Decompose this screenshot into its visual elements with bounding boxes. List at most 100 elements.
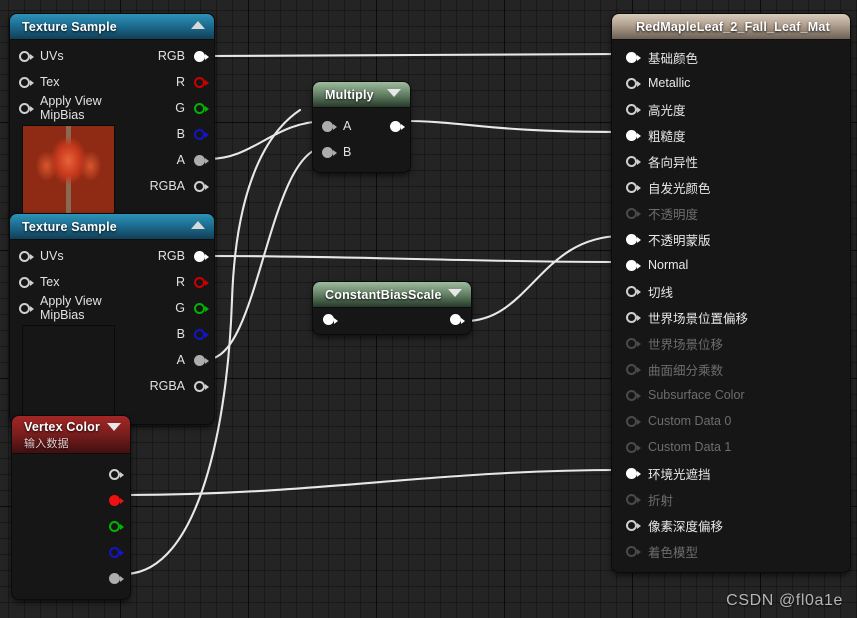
input-pin-uvs[interactable]: UVs <box>10 243 130 269</box>
input-pin-metallic[interactable]: Metallic <box>612 70 850 96</box>
input-pin-value[interactable] <box>323 314 338 325</box>
pin-icon[interactable] <box>109 520 124 532</box>
output-pin-result[interactable] <box>450 314 465 325</box>
node-title-constant-bias-scale[interactable]: ConstantBiasScale <box>313 282 471 308</box>
output-pin-r[interactable] <box>12 487 130 513</box>
pin-icon[interactable] <box>109 572 124 584</box>
pin-icon[interactable] <box>109 468 124 480</box>
output-pin-b[interactable] <box>12 539 130 565</box>
pin-icon[interactable] <box>194 50 209 62</box>
input-pin-tex[interactable]: Tex <box>10 269 130 295</box>
chevron-down-icon[interactable] <box>448 289 462 297</box>
input-pin-apply-view-mipbias[interactable]: Apply View MipBias <box>10 94 130 122</box>
input-pin-specular[interactable]: 高光度 <box>612 96 850 122</box>
pin-icon[interactable] <box>194 276 209 288</box>
pin-icon[interactable] <box>194 180 209 192</box>
pin-icon[interactable] <box>626 77 641 89</box>
output-pin-g[interactable]: G <box>130 95 214 121</box>
node-title-material-result: RedMapleLeaf_2_Fall_Leaf_Mat <box>612 14 850 40</box>
pin-icon[interactable] <box>109 494 124 506</box>
input-pin-a[interactable]: A <box>313 113 371 139</box>
output-pin-a[interactable] <box>12 565 130 591</box>
pin-icon[interactable] <box>626 519 641 531</box>
node-vertex-color[interactable]: Vertex Color 输入数据 <box>12 416 130 599</box>
output-pin-result[interactable] <box>371 113 410 139</box>
output-pin-rgb[interactable]: RGB <box>130 243 214 269</box>
input-pin-ambient-occlusion[interactable]: 环境光遮挡 <box>612 460 850 486</box>
node-texture-sample-diffuse[interactable]: Texture Sample UVs Tex Apply View MipBia… <box>10 14 214 224</box>
input-pin-base-color[interactable]: 基础颜色 <box>612 44 850 70</box>
chevron-down-icon[interactable] <box>387 89 401 97</box>
pin-icon[interactable] <box>19 302 34 314</box>
output-pin-a[interactable]: A <box>130 147 214 173</box>
pin-icon[interactable] <box>194 102 209 114</box>
pin-icon[interactable] <box>194 328 209 340</box>
pin-icon[interactable] <box>109 546 124 558</box>
pin-icon[interactable] <box>194 250 209 262</box>
input-pin-b[interactable]: B <box>313 139 371 165</box>
pin-icon[interactable] <box>626 233 641 245</box>
pin-icon[interactable] <box>322 120 337 132</box>
pin-icon[interactable] <box>626 129 641 141</box>
input-pin-world-position-offset[interactable]: 世界场景位置偏移 <box>612 304 850 330</box>
input-pin-pixel-depth-offset[interactable]: 像素深度偏移 <box>612 512 850 538</box>
material-graph-canvas[interactable]: Texture Sample UVs Tex Apply View MipBia… <box>0 0 857 618</box>
pin-icon[interactable] <box>390 120 405 132</box>
pin-icon[interactable] <box>19 102 34 114</box>
node-title-multiply[interactable]: Multiply <box>313 82 410 108</box>
chevron-up-icon[interactable] <box>191 221 205 229</box>
input-pin-tangent[interactable]: 切线 <box>612 278 850 304</box>
input-pin-opacity-mask[interactable]: 不透明蒙版 <box>612 226 850 252</box>
wire-normalmap-alpha-to-multiply-b <box>206 145 328 361</box>
pin-icon[interactable] <box>19 76 34 88</box>
pin-icon[interactable] <box>194 354 209 366</box>
output-pin-b[interactable]: B <box>130 121 214 147</box>
pin-icon[interactable] <box>19 276 34 288</box>
pin-icon[interactable] <box>626 285 641 297</box>
pin-icon[interactable] <box>194 154 209 166</box>
pin-icon[interactable] <box>194 302 209 314</box>
node-multiply[interactable]: Multiply A B <box>313 82 410 172</box>
input-pin-anisotropy[interactable]: 各向异性 <box>612 148 850 174</box>
pin-icon[interactable] <box>194 128 209 140</box>
node-title-texture-sample-diffuse[interactable]: Texture Sample <box>10 14 214 40</box>
node-title-texture-sample-normal[interactable]: Texture Sample <box>10 214 214 240</box>
pin-icon[interactable] <box>19 50 34 62</box>
output-pin-rgb[interactable]: RGB <box>130 43 214 69</box>
texture-thumbnail-normal[interactable] <box>22 325 115 418</box>
output-pin-rgba[interactable]: RGBA <box>130 373 214 399</box>
pin-icon[interactable] <box>19 250 34 262</box>
output-pin-a[interactable]: A <box>130 347 214 373</box>
pin-icon[interactable] <box>626 155 641 167</box>
pin-icon[interactable] <box>626 311 641 323</box>
output-pin-r[interactable]: R <box>130 69 214 95</box>
output-pin-g[interactable] <box>12 513 130 539</box>
pin-icon[interactable] <box>626 467 641 479</box>
pin-icon[interactable] <box>194 380 209 392</box>
pin-icon[interactable] <box>626 103 641 115</box>
pin-icon[interactable] <box>322 146 337 158</box>
input-pin-roughness[interactable]: 粗糙度 <box>612 122 850 148</box>
node-constant-bias-scale[interactable]: ConstantBiasScale <box>313 282 471 334</box>
pin-icon[interactable] <box>194 76 209 88</box>
node-material-result[interactable]: RedMapleLeaf_2_Fall_Leaf_Mat 基础颜色 Metall… <box>612 14 850 572</box>
pin-icon[interactable] <box>626 259 641 271</box>
output-pin-r[interactable]: R <box>130 269 214 295</box>
output-pin-g[interactable]: G <box>130 295 214 321</box>
output-pin-rgba[interactable]: RGBA <box>130 173 214 199</box>
node-title-vertex-color[interactable]: Vertex Color 输入数据 <box>12 416 130 454</box>
input-pin-uvs[interactable]: UVs <box>10 43 130 69</box>
output-pin-b[interactable]: B <box>130 321 214 347</box>
chevron-down-icon[interactable] <box>107 423 121 431</box>
pin-icon[interactable] <box>626 181 641 193</box>
input-pin-tex[interactable]: Tex <box>10 69 130 95</box>
output-pin-rgb[interactable] <box>12 461 130 487</box>
pin-icon[interactable] <box>626 51 641 63</box>
input-pin-emissive-color[interactable]: 自发光颜色 <box>612 174 850 200</box>
input-pin-normal[interactable]: Normal <box>612 252 850 278</box>
texture-thumbnail-diffuse[interactable] <box>22 125 115 218</box>
input-pin-apply-view-mipbias[interactable]: Apply View MipBias <box>10 294 130 322</box>
chevron-up-icon[interactable] <box>191 21 205 29</box>
output-pin-column <box>371 108 410 172</box>
node-texture-sample-normal[interactable]: Texture Sample UVs Tex Apply View MipBia… <box>10 214 214 424</box>
